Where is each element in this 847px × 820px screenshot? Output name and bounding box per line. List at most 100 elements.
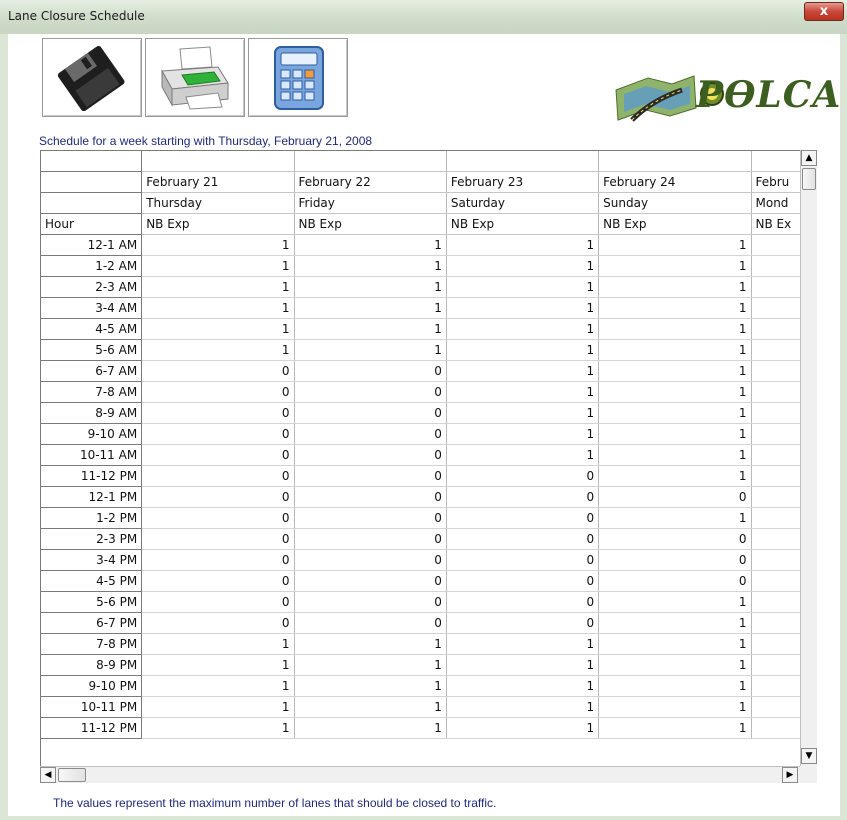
lane-count-cell[interactable]: 0 — [294, 465, 447, 487]
schedule-grid[interactable]: February 21 February 22 February 23 Februar… — [40, 150, 812, 782]
scroll-up-arrow-icon[interactable]: ▲ — [801, 150, 817, 166]
lane-count-cell[interactable]: 1 — [598, 465, 752, 487]
lane-count-cell[interactable]: 1 — [446, 696, 600, 718]
lane-count-cell[interactable]: 1 — [294, 633, 447, 655]
lane-count-cell[interactable]: 0 — [294, 360, 447, 382]
lane-count-cell[interactable]: 0 — [141, 570, 295, 592]
lane-count-cell[interactable]: 0 — [294, 486, 447, 508]
lane-count-cell[interactable]: 0 — [141, 591, 295, 613]
lane-count-cell[interactable]: 0 — [141, 423, 295, 445]
lane-count-cell[interactable]: 0 — [141, 612, 295, 634]
lane-count-cell[interactable]: 1 — [141, 633, 295, 655]
lane-count-cell[interactable]: 1 — [446, 255, 600, 277]
scroll-down-arrow-icon[interactable]: ▼ — [801, 748, 817, 764]
vertical-scroll-thumb[interactable] — [802, 168, 816, 190]
lane-count-cell[interactable]: 1 — [141, 234, 295, 256]
lane-count-cell[interactable]: 0 — [294, 507, 447, 529]
lane-count-cell[interactable]: 1 — [598, 255, 752, 277]
lane-count-cell[interactable]: 1 — [446, 381, 600, 403]
lane-count-cell[interactable]: 1 — [598, 402, 752, 424]
lane-count-cell[interactable]: 1 — [598, 234, 752, 256]
lane-count-cell[interactable]: 0 — [141, 360, 295, 382]
lane-count-cell[interactable]: 1 — [598, 297, 752, 319]
lane-count-cell[interactable]: 1 — [446, 675, 600, 697]
save-button[interactable] — [42, 38, 142, 117]
lane-count-cell[interactable]: 1 — [598, 444, 752, 466]
lane-count-cell[interactable]: 0 — [141, 549, 295, 571]
lane-count-cell[interactable]: 0 — [294, 423, 447, 445]
lane-count-cell[interactable]: 1 — [446, 423, 600, 445]
lane-count-cell[interactable]: 0 — [446, 507, 600, 529]
lane-count-cell[interactable]: 1 — [294, 696, 447, 718]
lane-count-cell[interactable]: 1 — [294, 339, 447, 361]
lane-count-cell[interactable]: 0 — [446, 465, 600, 487]
lane-count-cell[interactable]: 1 — [598, 591, 752, 613]
lane-count-cell[interactable]: 1 — [294, 654, 447, 676]
vertical-scrollbar[interactable]: ▲ ▼ — [800, 150, 817, 782]
lane-count-cell[interactable]: 1 — [141, 255, 295, 277]
lane-count-cell[interactable]: 1 — [598, 381, 752, 403]
lane-count-cell[interactable]: 1 — [141, 297, 295, 319]
lane-count-cell[interactable]: 1 — [141, 276, 295, 298]
lane-count-cell[interactable]: 1 — [446, 318, 600, 340]
lane-count-cell[interactable]: 1 — [446, 276, 600, 298]
lane-count-cell[interactable]: 1 — [598, 675, 752, 697]
lane-count-cell[interactable]: 1 — [294, 255, 447, 277]
lane-count-cell[interactable]: 0 — [446, 570, 600, 592]
lane-count-cell[interactable]: 0 — [294, 591, 447, 613]
horizontal-scrollbar[interactable]: ◀ ▶ — [40, 766, 800, 783]
lane-count-cell[interactable]: 1 — [446, 654, 600, 676]
lane-count-cell[interactable]: 1 — [446, 234, 600, 256]
lane-count-cell[interactable]: 1 — [446, 360, 600, 382]
scroll-right-arrow-icon[interactable]: ▶ — [782, 767, 798, 783]
lane-count-cell[interactable]: 1 — [294, 717, 447, 739]
lane-count-cell[interactable]: 1 — [598, 717, 752, 739]
lane-count-cell[interactable]: 1 — [446, 402, 600, 424]
lane-count-cell[interactable]: 0 — [294, 402, 447, 424]
close-button[interactable]: x — [804, 2, 844, 21]
lane-count-cell[interactable]: 1 — [446, 717, 600, 739]
lane-count-cell[interactable]: 1 — [598, 339, 752, 361]
lane-count-cell[interactable]: 1 — [446, 297, 600, 319]
lane-count-cell[interactable]: 1 — [141, 654, 295, 676]
lane-count-cell[interactable]: 1 — [598, 654, 752, 676]
horizontal-scroll-thumb[interactable] — [58, 768, 86, 782]
lane-count-cell[interactable]: 0 — [141, 444, 295, 466]
lane-count-cell[interactable]: 0 — [446, 549, 600, 571]
lane-count-cell[interactable]: 0 — [598, 549, 752, 571]
lane-count-cell[interactable]: 0 — [294, 444, 447, 466]
lane-count-cell[interactable]: 0 — [598, 486, 752, 508]
lane-count-cell[interactable]: 0 — [294, 381, 447, 403]
lane-count-cell[interactable]: 1 — [446, 339, 600, 361]
lane-count-cell[interactable]: 1 — [141, 696, 295, 718]
lane-count-cell[interactable]: 1 — [294, 234, 447, 256]
lane-count-cell[interactable]: 0 — [141, 402, 295, 424]
lane-count-cell[interactable]: 0 — [294, 549, 447, 571]
lane-count-cell[interactable]: 1 — [446, 444, 600, 466]
lane-count-cell[interactable]: 1 — [141, 675, 295, 697]
lane-count-cell[interactable]: 1 — [598, 612, 752, 634]
lane-count-cell[interactable]: 0 — [294, 570, 447, 592]
lane-count-cell[interactable]: 1 — [598, 696, 752, 718]
lane-count-cell[interactable]: 0 — [598, 570, 752, 592]
lane-count-cell[interactable]: 1 — [141, 318, 295, 340]
lane-count-cell[interactable]: 0 — [141, 528, 295, 550]
lane-count-cell[interactable]: 1 — [598, 507, 752, 529]
lane-count-cell[interactable]: 0 — [141, 381, 295, 403]
lane-count-cell[interactable]: 1 — [141, 717, 295, 739]
lane-count-cell[interactable]: 1 — [598, 633, 752, 655]
lane-count-cell[interactable]: 1 — [598, 276, 752, 298]
lane-count-cell[interactable]: 1 — [294, 297, 447, 319]
lane-count-cell[interactable]: 1 — [294, 675, 447, 697]
lane-count-cell[interactable]: 0 — [446, 612, 600, 634]
lane-count-cell[interactable]: 0 — [446, 591, 600, 613]
lane-count-cell[interactable]: 1 — [294, 318, 447, 340]
lane-count-cell[interactable]: 0 — [141, 465, 295, 487]
lane-count-cell[interactable]: 1 — [598, 423, 752, 445]
print-button[interactable] — [145, 38, 245, 117]
scroll-left-arrow-icon[interactable]: ◀ — [40, 767, 56, 783]
lane-count-cell[interactable]: 0 — [598, 528, 752, 550]
lane-count-cell[interactable]: 0 — [141, 486, 295, 508]
lane-count-cell[interactable]: 1 — [598, 360, 752, 382]
lane-count-cell[interactable]: 0 — [446, 486, 600, 508]
